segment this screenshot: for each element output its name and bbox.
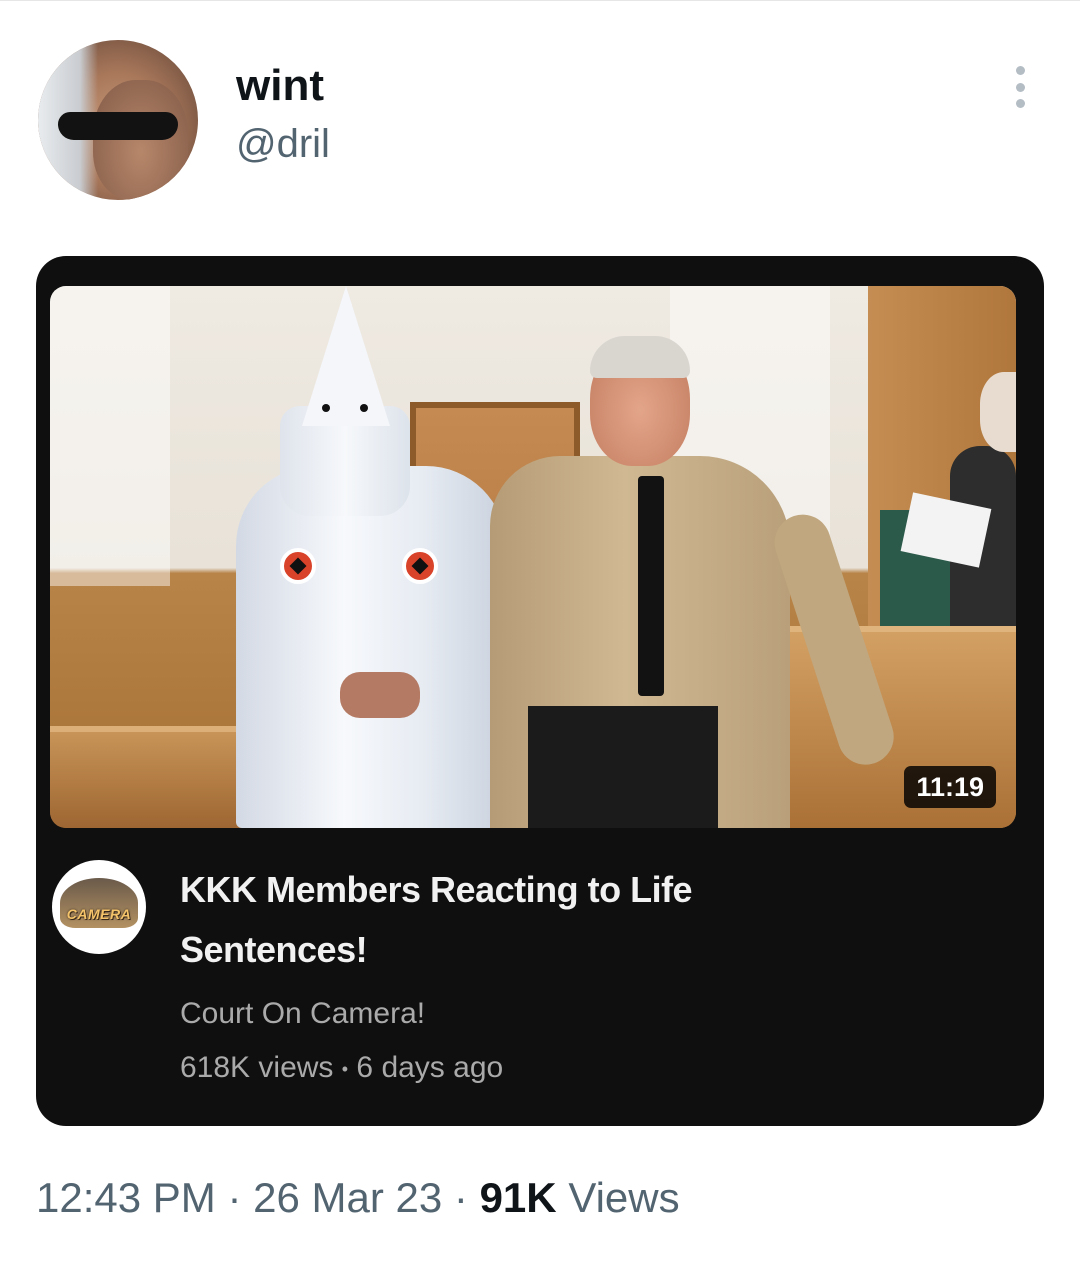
video-thumbnail[interactable]: 11:19 <box>50 286 1016 828</box>
views-label: Views <box>568 1174 680 1221</box>
user-handle[interactable]: @dril <box>236 118 330 170</box>
video-age: 6 days ago <box>356 1051 504 1084</box>
tweet-date[interactable]: 26 Mar 23 <box>253 1174 442 1221</box>
channel-name[interactable]: Court On Camera! <box>180 994 425 1034</box>
views-count[interactable]: 91K <box>480 1174 557 1221</box>
separator: · <box>453 1174 468 1221</box>
tweet-time[interactable]: 12:43 PM <box>36 1174 216 1221</box>
video-meta: 618K views • 6 days ago <box>180 1048 503 1089</box>
separator: · <box>227 1174 242 1221</box>
duration-badge: 11:19 <box>904 766 996 808</box>
display-name[interactable]: wint <box>236 58 324 114</box>
more-options-icon[interactable] <box>1000 62 1040 112</box>
user-avatar[interactable] <box>38 40 198 200</box>
top-divider <box>0 0 1080 1</box>
meta-separator: • <box>341 1059 349 1080</box>
video-views: 618K views <box>180 1051 334 1084</box>
video-title[interactable]: KKK Members Reacting to Life Sentences! <box>180 860 880 980</box>
video-card[interactable]: 11:19 CAMERA KKK Members Reacting to Lif… <box>36 256 1044 1126</box>
channel-avatar[interactable]: CAMERA <box>52 860 146 954</box>
tweet-timestamp-row: 12:43 PM · 26 Mar 23 · 91K Views <box>36 1172 680 1224</box>
